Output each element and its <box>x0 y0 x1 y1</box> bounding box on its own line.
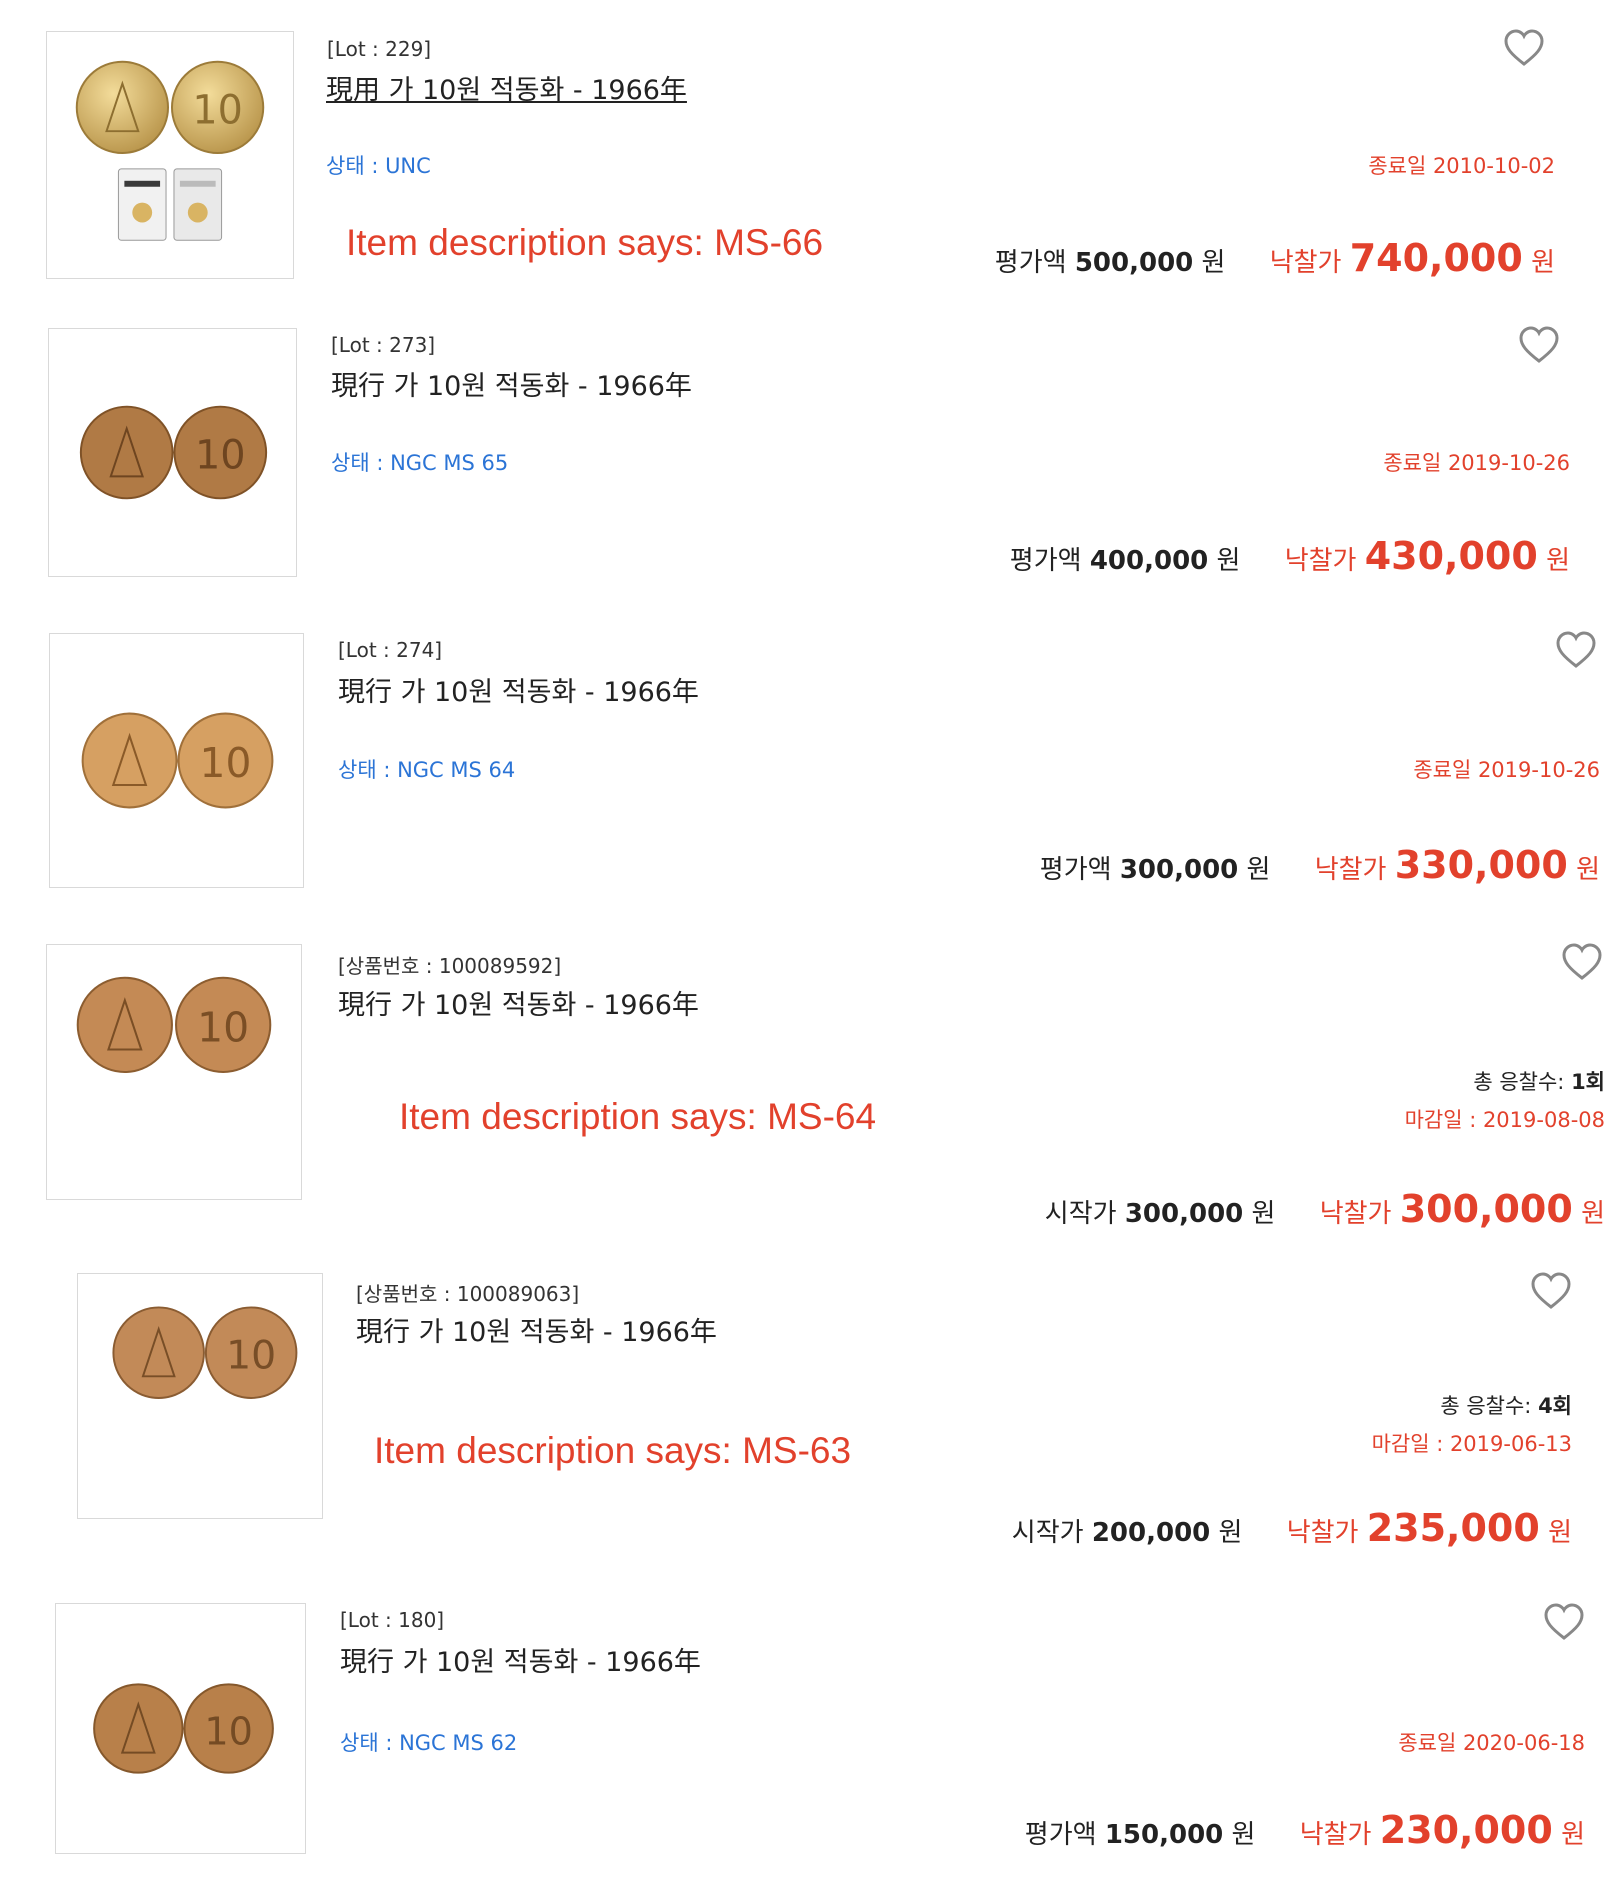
estimate-value: 150,000 <box>1104 1820 1224 1850</box>
hammer-price: 낙찰가 230,000 원 <box>1299 1808 1585 1852</box>
estimate-unit: 원 <box>1231 1820 1256 1850</box>
hammer-label: 낙찰가 <box>1299 1820 1372 1850</box>
lot-number: [Lot : 180] <box>340 1608 445 1632</box>
lot-item: 10 [Lot : 180] 現行 가 10원 적동화 - 1966年 상태 :… <box>0 0 1612 1886</box>
price-row: 평가액 150,000 원 낙찰가 230,000 원 <box>0 1808 1585 1852</box>
end-date: 종료일 2020-06-18 <box>1398 1731 1585 1755</box>
estimate-label: 평가액 <box>1024 1820 1097 1850</box>
hammer-value: 230,000 <box>1379 1808 1553 1852</box>
hammer-unit: 원 <box>1561 1820 1585 1850</box>
lot-title[interactable]: 現行 가 10원 적동화 - 1966年 <box>340 1640 701 1679</box>
heart-icon[interactable] <box>1543 1603 1585 1641</box>
